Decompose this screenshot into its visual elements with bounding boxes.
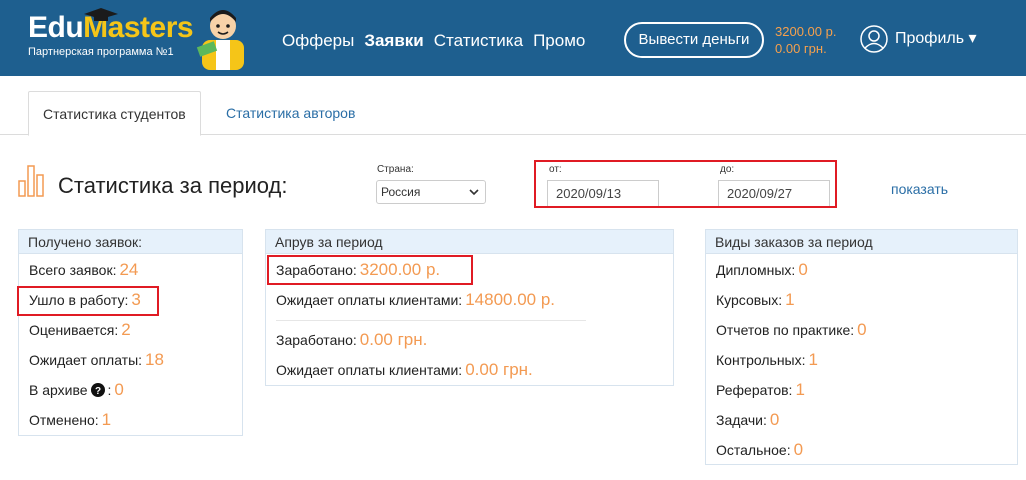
approve-panel-title: Апрув за период xyxy=(266,230,673,254)
user-avatar-icon[interactable] xyxy=(860,25,888,53)
nav-requests[interactable]: Заявки xyxy=(364,30,423,52)
chevron-down-icon xyxy=(469,189,479,196)
nav-offers[interactable]: Офферы xyxy=(282,30,354,52)
balance-uah: 0.00 грн. xyxy=(775,41,827,56)
highlight-date-range xyxy=(534,160,837,208)
nav-promo[interactable]: Промо xyxy=(533,30,585,52)
question-circle-icon[interactable]: ? xyxy=(90,383,105,397)
show-button[interactable]: показать xyxy=(891,180,948,198)
approve-row-awaiting-uah: Ожидает оплаты клиентами: 0.00 грн. xyxy=(276,360,533,379)
highlight-in-work xyxy=(17,286,159,316)
orders-row-essays: Рефератов: 1 xyxy=(716,380,805,399)
received-row-evaluating: Оценивается: 2 xyxy=(29,320,131,339)
orders-row-coursework: Курсовых: 1 xyxy=(716,290,795,309)
main-nav: Офферы Заявки Статистика Промо xyxy=(282,30,585,52)
orders-row-tasks: Задачи: 0 xyxy=(716,410,780,429)
orders-row-tests: Контрольных: 1 xyxy=(716,350,818,369)
profile-menu[interactable]: Профиль ▾ xyxy=(895,29,977,49)
country-value: Россия xyxy=(381,185,421,199)
orders-panel: Виды заказов за период Дипломных: 0 Курсо… xyxy=(705,229,1018,465)
balance: 3200.00 р. 0.00 грн. xyxy=(775,23,836,57)
received-panel: Получено заявок: Всего заявок: 24 Ушло в … xyxy=(18,229,243,436)
approve-row-earned-uah: Заработано: 0.00 грн. xyxy=(276,330,428,349)
edumasters-logo[interactable]: EduMasters Партнерская программа №1 xyxy=(28,8,248,70)
orders-row-practice-reports: Отчетов по практике: 0 xyxy=(716,320,867,339)
country-select[interactable]: Россия xyxy=(376,180,486,204)
logo-subtitle: Партнерская программа №1 xyxy=(28,46,174,58)
highlight-earned xyxy=(267,255,473,285)
withdraw-button[interactable]: Вывести деньги xyxy=(624,22,764,58)
received-panel-title: Получено заявок: xyxy=(19,230,242,254)
tab-author-stats[interactable]: Статистика авторов xyxy=(212,91,369,135)
svg-text:?: ? xyxy=(94,386,100,397)
balance-rub: 3200.00 р. xyxy=(775,24,837,39)
stats-tabs: Статистика студентов Статистика авторов xyxy=(0,91,1026,136)
top-header: EduMasters Партнерская программа №1 Оффе… xyxy=(0,0,1026,76)
approve-row-awaiting-rub: Ожидает оплаты клиентами: 14800.00 р. xyxy=(276,290,556,309)
approve-panel: Апрув за период Заработано: 3200.00 р. Ож… xyxy=(265,229,674,386)
orders-row-other: Остальное: 0 xyxy=(716,440,804,459)
orders-panel-title: Виды заказов за период xyxy=(706,230,1017,254)
received-row-archive: В архиве?:0 xyxy=(29,380,124,399)
country-label: Страна: xyxy=(377,164,414,175)
tab-student-stats[interactable]: Статистика студентов xyxy=(28,91,201,136)
mascot-icon xyxy=(196,10,244,70)
approve-divider xyxy=(276,320,586,321)
page-title: Статистика за период: xyxy=(58,173,288,198)
graduation-cap-icon xyxy=(84,8,118,21)
bar-chart-icon xyxy=(18,165,44,197)
orders-row-diploma: Дипломных: 0 xyxy=(716,260,808,279)
received-row-total: Всего заявок: 24 xyxy=(29,260,139,279)
received-row-awaiting-payment: Ожидает оплаты: 18 xyxy=(29,350,164,369)
received-row-cancelled: Отменено: 1 xyxy=(29,410,112,429)
nav-statistics[interactable]: Статистика xyxy=(434,30,523,52)
